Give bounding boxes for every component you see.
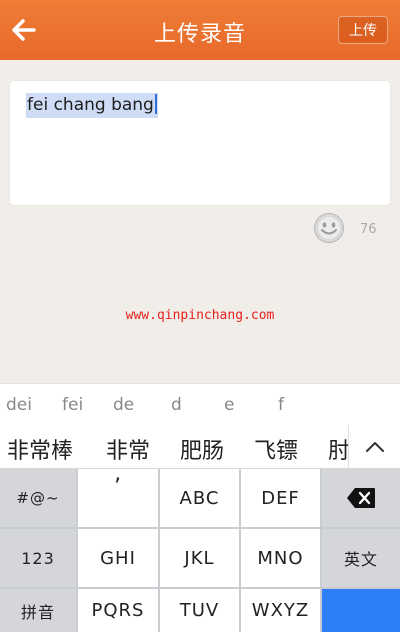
header-bar: 上传录音 上传	[0, 0, 400, 60]
candidate-word[interactable]: 非常	[106, 433, 150, 465]
text-input-value[interactable]: fei chang bang	[26, 93, 158, 118]
watermark-text: www.qinpinchang.com	[125, 308, 275, 323]
expand-candidates-button[interactable]	[348, 425, 400, 468]
apostrophe-key[interactable]: ’	[78, 469, 158, 527]
numbers-key[interactable]: 123	[0, 529, 76, 587]
confirm-key[interactable]	[322, 589, 400, 632]
tuv-key[interactable]: TUV	[160, 589, 239, 632]
wxyz-key[interactable]: WXYZ	[241, 589, 320, 632]
pinyin-suggestion[interactable]: f	[278, 395, 284, 415]
pinyin-suggestion[interactable]: d	[171, 395, 182, 415]
candidate-word[interactable]: 非常棒	[7, 433, 73, 465]
char-counter: 76	[360, 222, 377, 237]
candidate-bar: 非常棒 非常 肥肠 飞镖 肘	[0, 425, 400, 469]
smiley-icon[interactable]	[313, 212, 345, 244]
upload-button[interactable]: 上传	[338, 16, 388, 44]
pinyin-suggestion[interactable]: de	[113, 395, 134, 415]
candidate-word[interactable]: 肘	[328, 433, 350, 465]
pinyin-suggestion-bar: dei fei de d e f	[0, 383, 400, 425]
keyboard-keys: #@~ ’ ABC DEF 123 GHI JKL MNO 英文 拼音 PQRS…	[0, 469, 400, 632]
jkl-key[interactable]: JKL	[160, 529, 239, 587]
candidate-word[interactable]: 肥肠	[180, 433, 224, 465]
pinyin-suggestion[interactable]: dei	[6, 395, 32, 415]
text-cursor	[154, 94, 157, 114]
def-key[interactable]: DEF	[241, 469, 320, 527]
chevron-up-icon	[366, 442, 384, 452]
backspace-icon	[347, 488, 375, 508]
pqrs-key[interactable]: PQRS	[78, 589, 158, 632]
pinyin-key[interactable]: 拼音	[0, 589, 76, 632]
backspace-key[interactable]	[322, 469, 400, 527]
text-input-card[interactable]: fei chang bang	[10, 81, 390, 205]
candidate-word[interactable]: 飞镖	[254, 433, 298, 465]
mno-key[interactable]: MNO	[241, 529, 320, 587]
english-key[interactable]: 英文	[322, 529, 400, 587]
symbols-key[interactable]: #@~	[0, 469, 76, 527]
pinyin-suggestion[interactable]: fei	[62, 395, 83, 415]
pinyin-suggestion[interactable]: e	[224, 395, 234, 415]
abc-key[interactable]: ABC	[160, 469, 239, 527]
ghi-key[interactable]: GHI	[78, 529, 158, 587]
